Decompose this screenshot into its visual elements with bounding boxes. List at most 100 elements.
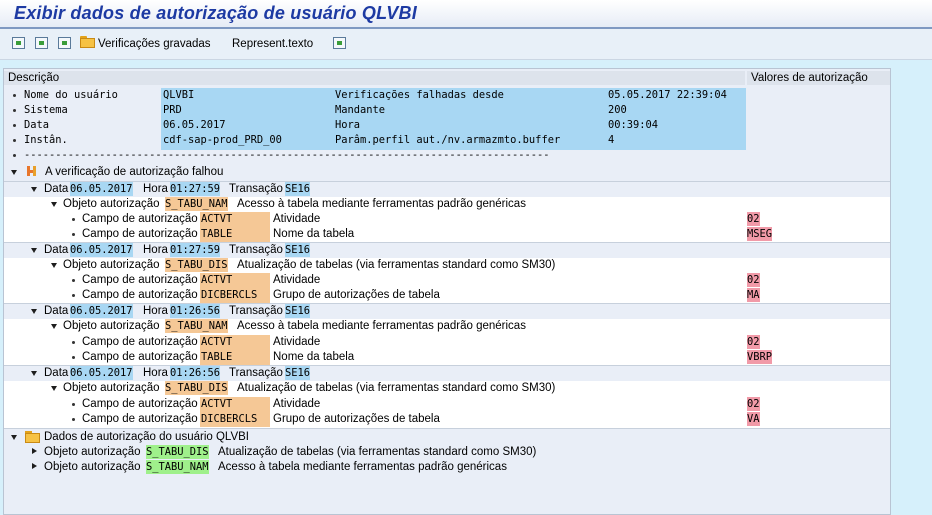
expand-toggle[interactable] bbox=[11, 435, 17, 440]
field-value: MSEG bbox=[747, 227, 773, 241]
check-time: 01:27:59 bbox=[170, 243, 221, 257]
summary-label: Mandante bbox=[335, 104, 386, 116]
expand-toggle[interactable] bbox=[32, 448, 37, 454]
check-date: 06.05.2017 bbox=[70, 182, 133, 196]
collapse-all-icon[interactable] bbox=[35, 37, 48, 49]
export-icon[interactable] bbox=[333, 37, 346, 49]
field-description: Grupo de autorizações de tabela bbox=[273, 289, 440, 301]
field-name: ACTVT bbox=[201, 398, 233, 410]
summary-label: Hora bbox=[335, 119, 361, 131]
field-value: VA bbox=[747, 412, 760, 426]
expand-toggle[interactable] bbox=[32, 463, 37, 469]
expand-all-icon[interactable] bbox=[12, 37, 25, 49]
field-label: Campo de autorização bbox=[82, 351, 198, 363]
check-time-label: Hora bbox=[143, 305, 168, 317]
check-date: 06.05.2017 bbox=[70, 243, 133, 257]
field-description: Grupo de autorizações de tabela bbox=[273, 413, 440, 425]
failed-check-icon bbox=[26, 165, 37, 177]
field-description: Atividade bbox=[273, 336, 321, 348]
check-transaction-label: Transação bbox=[229, 367, 283, 379]
expand-toggle[interactable] bbox=[31, 248, 37, 253]
object-description: Acesso à tabela mediante ferramentas pad… bbox=[237, 198, 526, 210]
check-transaction-label: Transação bbox=[229, 244, 283, 256]
check-time-label: Hora bbox=[143, 244, 168, 256]
check-date-label: Data bbox=[44, 367, 69, 379]
object-label: Objeto autorização bbox=[63, 198, 160, 210]
bullet bbox=[72, 403, 75, 406]
check-time: 01:26:56 bbox=[170, 366, 221, 380]
object-description: Acesso à tabela mediante ferramentas pad… bbox=[237, 320, 526, 332]
bullet bbox=[72, 418, 75, 421]
expand-toggle[interactable] bbox=[51, 202, 57, 207]
check-date: 06.05.2017 bbox=[70, 366, 133, 380]
object-name: S_TABU_DIS bbox=[165, 258, 228, 272]
field-name: ACTVT bbox=[201, 336, 233, 348]
summary-label: Data bbox=[24, 119, 50, 131]
field-label: Campo de autorização bbox=[82, 398, 198, 410]
object-name: S_TABU_NAM bbox=[146, 460, 209, 474]
check-time: 01:27:59 bbox=[170, 182, 221, 196]
copy-icon[interactable] bbox=[58, 37, 71, 49]
bullet bbox=[72, 279, 75, 282]
page-title: Exibir dados de autorização de usuário Q… bbox=[14, 3, 417, 23]
summary-value: 4 bbox=[608, 134, 615, 146]
column-header-values[interactable]: Valores de autorização bbox=[747, 71, 890, 85]
check-date: 06.05.2017 bbox=[70, 304, 133, 318]
object-label: Objeto autorização bbox=[44, 446, 141, 458]
summary-label: Nome do usuário bbox=[24, 89, 118, 101]
field-description: Atividade bbox=[273, 213, 321, 225]
field-label: Campo de autorização bbox=[82, 213, 198, 225]
object-name: S_TABU_NAM bbox=[165, 319, 228, 333]
expand-toggle[interactable] bbox=[11, 170, 17, 175]
check-transaction-label: Transação bbox=[229, 305, 283, 317]
bullet bbox=[13, 109, 16, 112]
field-description: Atividade bbox=[273, 398, 321, 410]
field-description: Nome da tabela bbox=[273, 351, 355, 363]
field-name: DICBERCLS bbox=[201, 289, 258, 301]
divider bbox=[4, 365, 890, 366]
folder-icon bbox=[25, 431, 40, 443]
expand-toggle[interactable] bbox=[51, 386, 57, 391]
user-auth-data-node[interactable]: Dados de autorização do usuário QLVBI bbox=[44, 430, 249, 444]
bullet bbox=[13, 124, 16, 127]
summary-label: Instân. bbox=[24, 134, 68, 146]
summary-label: Verificações falhadas desde bbox=[335, 89, 504, 101]
check-time: 01:26:56 bbox=[170, 304, 221, 318]
saved-checks-button[interactable]: Verificações gravadas bbox=[98, 38, 211, 50]
summary-value: cdf-sap-prod_PRD_00 bbox=[163, 134, 282, 146]
bullet bbox=[72, 218, 75, 221]
bullet bbox=[13, 154, 16, 157]
object-description: Atualização de tabelas (via ferramentas … bbox=[237, 382, 556, 394]
object-label: Objeto autorização bbox=[63, 382, 160, 394]
expand-toggle[interactable] bbox=[31, 309, 37, 314]
field-description: Nome da tabela bbox=[273, 228, 355, 240]
check-row bbox=[4, 182, 890, 196]
divider bbox=[4, 428, 890, 429]
expand-toggle[interactable] bbox=[51, 324, 57, 329]
check-time-label: Hora bbox=[143, 183, 168, 195]
bullet bbox=[72, 341, 75, 344]
expand-toggle[interactable] bbox=[31, 371, 37, 376]
failed-checks-node[interactable]: A verificação de autorização falhou bbox=[45, 165, 223, 179]
object-description: Acesso à tabela mediante ferramentas pad… bbox=[218, 461, 507, 473]
bullet bbox=[72, 233, 75, 236]
divider bbox=[4, 303, 890, 304]
folder-icon[interactable] bbox=[80, 36, 95, 48]
bullet bbox=[72, 294, 75, 297]
text-representation-button[interactable]: Represent.texto bbox=[232, 38, 313, 50]
check-transaction: SE16 bbox=[285, 304, 311, 318]
application-toolbar: Verificações gravadas Represent.texto bbox=[0, 29, 932, 60]
summary-value: 200 bbox=[608, 104, 627, 116]
title-bar: Exibir dados de autorização de usuário Q… bbox=[0, 0, 932, 27]
column-header-description[interactable]: Descrição bbox=[4, 71, 745, 85]
field-value: 02 bbox=[747, 397, 760, 411]
field-description: Atividade bbox=[273, 274, 321, 286]
summary-value: 06.05.2017 bbox=[163, 119, 226, 131]
field-name: TABLE bbox=[201, 228, 233, 240]
expand-toggle[interactable] bbox=[31, 187, 37, 192]
check-transaction: SE16 bbox=[285, 182, 311, 196]
expand-toggle[interactable] bbox=[51, 263, 57, 268]
field-value: 02 bbox=[747, 335, 760, 349]
summary-value: 05.05.2017 22:39:04 bbox=[608, 89, 727, 101]
field-value: 02 bbox=[747, 273, 760, 287]
